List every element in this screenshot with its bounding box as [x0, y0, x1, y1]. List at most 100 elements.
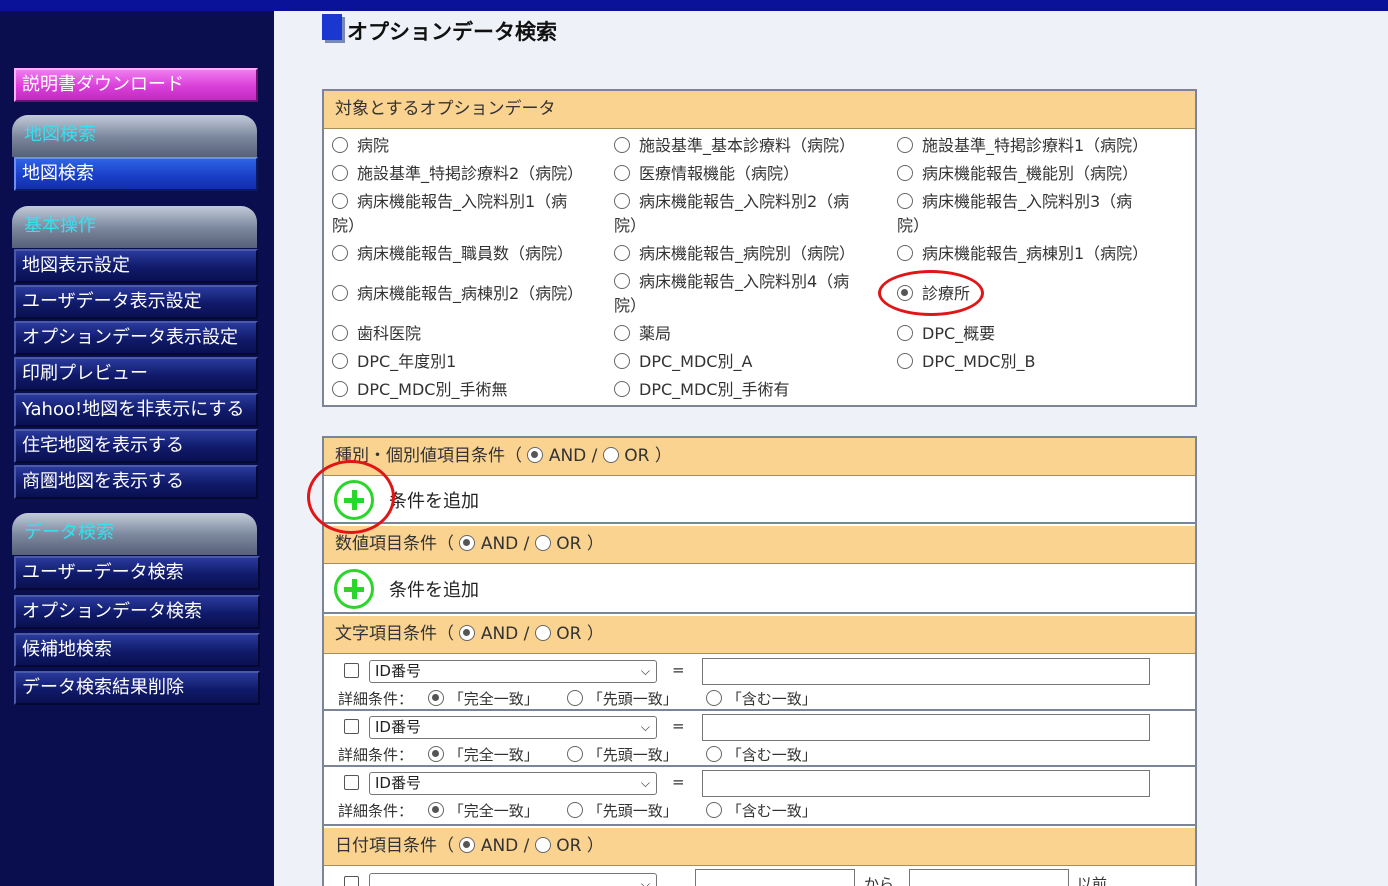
or-radio-icon[interactable]	[534, 837, 551, 853]
option-bed-fee2[interactable]: 病床機能報告_入院料別2（病 院）	[614, 190, 884, 238]
radio-icon[interactable]	[706, 746, 722, 762]
text-field-select[interactable]: ID番号 ⌵	[369, 772, 657, 795]
match-exact-option[interactable]: 「完全一致」	[428, 688, 539, 709]
sidebar-item-user-data-search[interactable]: ユーザーデータ検索	[14, 556, 260, 590]
radio-icon[interactable]	[332, 353, 348, 369]
radio-icon[interactable]	[332, 165, 348, 181]
radio-icon[interactable]	[567, 690, 583, 706]
match-exact-option[interactable]: 「完全一致」	[428, 744, 539, 765]
match-contains-option[interactable]: 「含む一致」	[706, 744, 817, 765]
option-bed-fee4[interactable]: 病床機能報告_入院料別4（病 院）	[614, 270, 884, 318]
option-bed-function[interactable]: 病床機能報告_機能別（病院）	[897, 162, 1138, 186]
radio-icon[interactable]	[706, 802, 722, 818]
option-bed-ward2[interactable]: 病床機能報告_病棟別2（病院）	[332, 282, 583, 306]
match-contains-option[interactable]: 「含む一致」	[706, 688, 817, 709]
and-radio-icon[interactable]	[459, 535, 476, 551]
date-field-select[interactable]: ⌵	[369, 873, 657, 886]
option-dpc-yearly[interactable]: DPC_年度別1	[332, 350, 456, 374]
option-bed-fee1[interactable]: 病床機能報告_入院料別1（病 院）	[332, 190, 602, 238]
option-dpc-overview[interactable]: DPC_概要	[897, 322, 995, 346]
radio-icon[interactable]	[332, 285, 348, 301]
sidebar-item-map-search[interactable]: 地図検索	[14, 157, 258, 191]
or-radio-icon[interactable]	[602, 447, 619, 463]
radio-icon[interactable]	[897, 193, 913, 209]
radio-icon[interactable]	[428, 746, 444, 762]
radio-icon[interactable]	[332, 245, 348, 261]
radio-icon[interactable]	[614, 353, 630, 369]
sidebar-item-clear-search-results[interactable]: データ検索結果削除	[14, 671, 260, 705]
sidebar-item-show-trade-area-map[interactable]: 商圏地図を表示する	[14, 465, 258, 499]
add-numeric-condition-label[interactable]: 条件を追加	[389, 576, 479, 602]
manual-download-button[interactable]: 説明書ダウンロード	[14, 68, 258, 102]
match-contains-option[interactable]: 「含む一致」	[706, 800, 817, 821]
option-medical-info[interactable]: 医療情報機能（病院）	[614, 162, 799, 186]
text-value-input[interactable]	[702, 770, 1150, 797]
sidebar-item-print-preview[interactable]: 印刷プレビュー	[14, 357, 258, 391]
and-radio-icon[interactable]	[527, 447, 544, 463]
radio-icon[interactable]	[897, 245, 913, 261]
radio-icon[interactable]	[897, 325, 913, 341]
match-prefix-option[interactable]: 「先頭一致」	[567, 744, 678, 765]
match-prefix-option[interactable]: 「先頭一致」	[567, 688, 678, 709]
radio-icon[interactable]	[567, 746, 583, 762]
text-field-select[interactable]: ID番号 ⌵	[369, 716, 657, 739]
radio-icon[interactable]	[567, 802, 583, 818]
sidebar-item-option-data-search[interactable]: オプションデータ検索	[14, 595, 260, 629]
option-facility-special2[interactable]: 施設基準_特掲診療料2（病院）	[332, 162, 583, 186]
radio-icon[interactable]	[332, 137, 348, 153]
option-facility-basic[interactable]: 施設基準_基本診療料（病院）	[614, 134, 855, 158]
or-radio-icon[interactable]	[534, 535, 551, 551]
add-category-condition-label[interactable]: 条件を追加	[389, 487, 479, 513]
date-to-input[interactable]	[909, 869, 1069, 886]
sidebar-item-option-data-display-settings[interactable]: オプションデータ表示設定	[14, 321, 258, 355]
match-exact-option[interactable]: 「完全一致」	[428, 800, 539, 821]
text-value-input[interactable]	[702, 714, 1150, 741]
radio-icon[interactable]	[614, 325, 630, 341]
radio-icon[interactable]	[897, 353, 913, 369]
or-radio-icon[interactable]	[534, 625, 551, 641]
radio-icon[interactable]	[897, 165, 913, 181]
option-dpc-mdc-nosurgery[interactable]: DPC_MDC別_手術無	[332, 378, 507, 402]
radio-icon[interactable]	[614, 165, 630, 181]
add-numeric-condition-icon[interactable]	[334, 569, 374, 609]
option-bed-staff[interactable]: 病床機能報告_職員数（病院）	[332, 242, 573, 266]
text-field-select[interactable]: ID番号 ⌵	[369, 660, 657, 683]
radio-icon[interactable]	[706, 690, 722, 706]
sidebar-item-show-housing-map[interactable]: 住宅地図を表示する	[14, 429, 258, 463]
radio-icon[interactable]	[332, 193, 348, 209]
option-bed-hospital[interactable]: 病床機能報告_病院別（病院）	[614, 242, 855, 266]
conditions-panel: 種別・個別値項目条件（ AND / OR ） 条件を追加 数値項目条件（ AND…	[322, 436, 1197, 886]
option-dental[interactable]: 歯科医院	[332, 322, 421, 346]
option-dpc-mdc-surgery[interactable]: DPC_MDC別_手術有	[614, 378, 789, 402]
radio-icon[interactable]	[614, 245, 630, 261]
date-from-input[interactable]	[695, 869, 855, 886]
radio-icon[interactable]	[614, 137, 630, 153]
text-condition-checkbox[interactable]	[344, 663, 359, 678]
sidebar-item-user-data-display-settings[interactable]: ユーザデータ表示設定	[14, 285, 258, 319]
option-dpc-mdc-a[interactable]: DPC_MDC別_A	[614, 350, 752, 374]
option-pharmacy[interactable]: 薬局	[614, 322, 671, 346]
option-bed-ward1[interactable]: 病床機能報告_病棟別1（病院）	[897, 242, 1148, 266]
radio-icon[interactable]	[897, 137, 913, 153]
text-value-input[interactable]	[702, 658, 1150, 685]
radio-icon[interactable]	[428, 690, 444, 706]
text-condition-checkbox[interactable]	[344, 775, 359, 790]
radio-icon[interactable]	[614, 273, 630, 289]
and-radio-icon[interactable]	[459, 837, 476, 853]
and-radio-icon[interactable]	[459, 625, 476, 641]
sidebar-item-candidate-site-search[interactable]: 候補地検索	[14, 633, 260, 667]
radio-icon[interactable]	[332, 381, 348, 397]
option-bed-fee3[interactable]: 病床機能報告_入院料別3（病 院）	[897, 190, 1167, 238]
sidebar-item-map-display-settings[interactable]: 地図表示設定	[14, 249, 258, 283]
radio-icon[interactable]	[614, 381, 630, 397]
option-hospital[interactable]: 病院	[332, 134, 389, 158]
radio-icon[interactable]	[332, 325, 348, 341]
date-condition-checkbox[interactable]	[344, 876, 359, 886]
sidebar-item-hide-yahoo-map[interactable]: Yahoo!地図を非表示にする	[14, 393, 258, 427]
match-prefix-option[interactable]: 「先頭一致」	[567, 800, 678, 821]
radio-icon[interactable]	[428, 802, 444, 818]
radio-icon[interactable]	[614, 193, 630, 209]
option-dpc-mdc-b[interactable]: DPC_MDC別_B	[897, 350, 1035, 374]
text-condition-checkbox[interactable]	[344, 719, 359, 734]
option-facility-special1[interactable]: 施設基準_特掲診療料1（病院）	[897, 134, 1148, 158]
